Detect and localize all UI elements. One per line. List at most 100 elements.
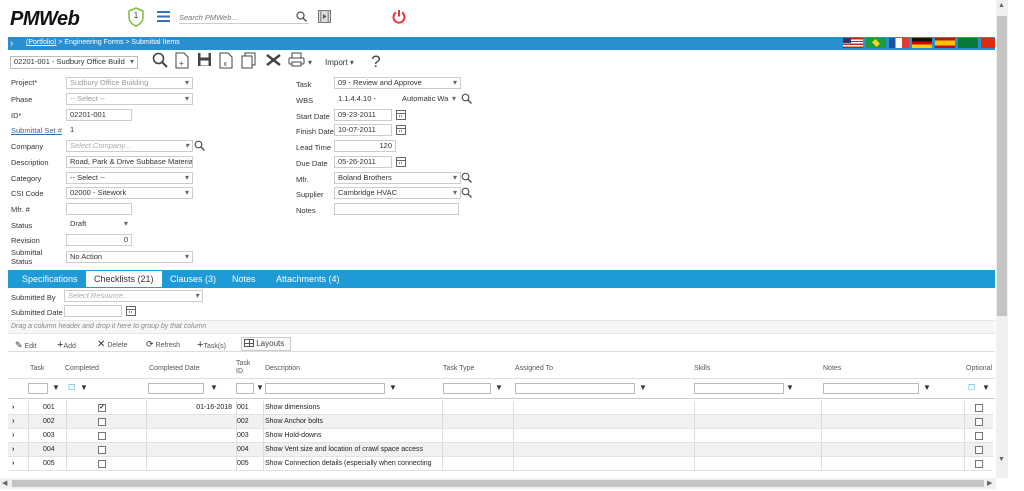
submitted-date-input[interactable] (64, 305, 122, 317)
filter-skills-icon[interactable]: ▼ (786, 383, 794, 392)
col-header-completed-date[interactable]: Completed Date (149, 365, 200, 372)
filter-task-id-icon[interactable]: ▼ (256, 383, 264, 392)
filter-notes-input[interactable] (823, 383, 919, 394)
mfr-lookup-icon[interactable] (461, 172, 473, 184)
horizontal-scroll-thumb[interactable] (12, 480, 984, 487)
table-row[interactable]: › 002 002 Show Anchor bolts (8, 415, 993, 429)
find-icon[interactable] (150, 52, 170, 72)
filter-task-id-input[interactable] (236, 383, 254, 394)
optional-checkbox[interactable] (975, 404, 983, 412)
lead-time-input[interactable]: 120 (334, 140, 396, 152)
supplier-select[interactable]: Cambridge HVAC (334, 187, 461, 199)
col-header-task-id[interactable]: Task ID (236, 360, 250, 376)
save-icon[interactable] (194, 52, 214, 72)
col-header-description[interactable]: Description (265, 365, 300, 372)
row-expand-chevron-icon[interactable]: › (12, 457, 14, 471)
row-expand-chevron-icon[interactable]: › (12, 401, 14, 415)
table-row[interactable]: › 001 ✓ 01-16-2018 001 Show dimensions (8, 401, 993, 415)
start-date-calendar-icon[interactable] (396, 110, 406, 120)
scroll-down-arrow-icon[interactable]: ▼ (998, 456, 1005, 463)
submitted-by-select[interactable]: Select Resource... (64, 290, 203, 302)
filter-description-input[interactable] (265, 383, 385, 394)
completed-checkbox[interactable] (98, 432, 106, 440)
completed-checkbox[interactable]: ✓ (98, 404, 106, 412)
group-by-drop-zone[interactable]: Drag a column header and drop it here to… (8, 320, 995, 334)
notes-input[interactable] (334, 203, 459, 215)
filter-task-type-icon[interactable]: ▼ (495, 383, 503, 392)
filter-optional-checkbox-icon[interactable]: ☐ (968, 383, 975, 392)
grid-add-tasks-button[interactable]: +Task(s) (197, 339, 226, 351)
id-input[interactable]: 02201-001 (66, 109, 132, 121)
company-select[interactable]: Select Company... (66, 140, 193, 152)
flag-saudi-icon[interactable] (958, 38, 978, 48)
tab-clauses[interactable]: Clauses (3) (162, 271, 224, 287)
filter-assigned-to-input[interactable] (515, 383, 635, 394)
col-header-completed[interactable]: Completed (65, 365, 99, 372)
submitted-date-calendar-icon[interactable] (126, 306, 136, 316)
grid-delete-button[interactable]: ✕ Delete (97, 339, 128, 350)
phase-select[interactable]: -- Select -- (66, 93, 193, 105)
filter-description-icon[interactable]: ▼ (389, 383, 397, 392)
filter-task-type-input[interactable] (443, 383, 491, 394)
status-select[interactable]: Draft (66, 218, 132, 230)
filter-optional-icon[interactable]: ▼ (982, 383, 990, 392)
optional-checkbox[interactable] (975, 418, 983, 426)
delete-icon[interactable] (263, 52, 283, 72)
col-header-assigned-to[interactable]: Assigned To (515, 365, 553, 372)
grid-layouts-button[interactable]: Layouts (241, 337, 291, 351)
record-selector[interactable]: 02201-001 - Sudbury Office Build (10, 56, 138, 69)
mfr-select[interactable]: Boland Brothers (334, 172, 461, 184)
task-select[interactable]: 09 - Review and Approve (334, 77, 461, 89)
flag-china-icon[interactable] (981, 38, 995, 48)
supplier-lookup-icon[interactable] (461, 187, 473, 199)
submittal-set-link[interactable]: Submittal Set # (11, 126, 62, 135)
table-row[interactable]: › 005 005 Show Connection details (especial… (8, 457, 993, 471)
col-header-skills[interactable]: Skills (694, 365, 710, 372)
row-expand-chevron-icon[interactable]: › (12, 429, 14, 443)
vertical-scroll-thumb[interactable] (997, 16, 1007, 316)
copy-icon[interactable] (238, 52, 258, 72)
app-logo[interactable]: PMWeb (10, 8, 80, 31)
company-lookup-icon[interactable] (194, 140, 206, 152)
global-search-input[interactable] (179, 11, 309, 24)
filter-notes-icon[interactable]: ▼ (923, 383, 931, 392)
grid-edit-button[interactable]: ✎ Edit (15, 340, 37, 351)
filter-completed-date-icon[interactable]: ▼ (210, 383, 218, 392)
start-date-input[interactable]: 09-23-2011 (334, 109, 392, 121)
flag-france-icon[interactable] (889, 38, 909, 48)
help-icon[interactable]: ? (366, 52, 386, 72)
flag-spain-icon[interactable] (935, 38, 955, 48)
filter-skills-input[interactable] (694, 383, 784, 394)
scroll-right-arrow-icon[interactable]: ▶ (987, 479, 992, 487)
row-expand-chevron-icon[interactable]: › (12, 443, 14, 457)
wbs-lookup-icon[interactable] (461, 93, 473, 105)
tab-specifications[interactable]: Specifications (14, 271, 86, 287)
completed-checkbox[interactable] (98, 418, 106, 426)
breadcrumb-portfolio-link[interactable]: (Portfolio) (26, 39, 56, 46)
mfr-number-input[interactable] (66, 203, 132, 215)
completed-checkbox[interactable] (98, 460, 106, 468)
search-icon[interactable] (296, 11, 308, 23)
wbs-input[interactable]: 1.1.4.4.10 - (334, 93, 396, 105)
due-date-input[interactable]: 05-26-2011 (334, 156, 392, 168)
table-row[interactable]: › 003 003 Show Hold-downs (8, 429, 993, 443)
wbs-mode-select[interactable]: Automatic Wa (398, 93, 460, 105)
filter-completed-date-input[interactable] (148, 383, 204, 394)
import-button[interactable]: Import ▾ (325, 58, 354, 67)
video-icon[interactable] (318, 10, 331, 23)
scroll-left-arrow-icon[interactable]: ◀ (2, 479, 7, 487)
project-select[interactable]: Sudbury Office Building (66, 77, 193, 89)
tab-checklists[interactable]: Checklists (21) (86, 271, 162, 287)
col-header-optional[interactable]: Optional (966, 365, 992, 372)
vertical-scrollbar[interactable]: ▲ ▼ (996, 0, 1008, 478)
flag-brazil-icon[interactable] (866, 38, 886, 48)
description-input[interactable]: Road, Park & Drive Subbase Materials (66, 156, 193, 168)
filter-task-input[interactable] (28, 383, 48, 394)
revision-input[interactable]: 0 (66, 234, 132, 246)
grid-add-button[interactable]: +Add (57, 339, 76, 351)
notification-badge-icon[interactable]: 1 (127, 7, 145, 27)
optional-checkbox[interactable] (975, 432, 983, 440)
flag-us-icon[interactable] (843, 38, 863, 48)
filter-completed-icon[interactable]: ▼ (80, 383, 88, 392)
tab-attachments[interactable]: Attachments (4) (268, 271, 348, 287)
